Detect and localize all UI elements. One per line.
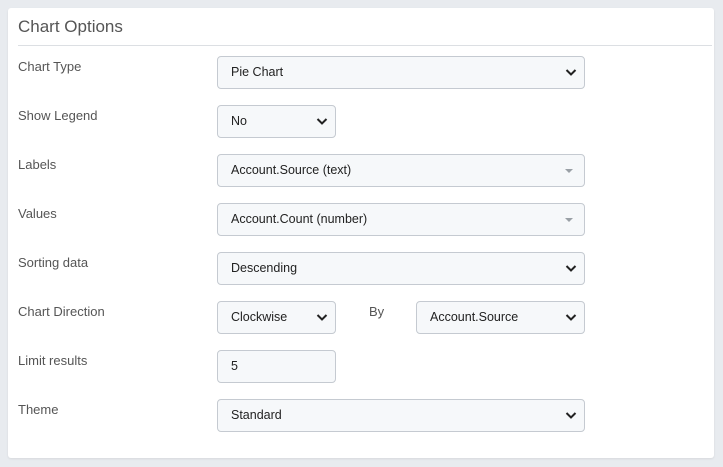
show-legend-value: No [231,114,247,128]
chart-type-select[interactable]: Pie Chart [217,56,585,89]
theme-label: Theme [18,402,59,417]
limit-results-input[interactable]: 5 [217,350,336,383]
chart-direction-value: Clockwise [231,310,288,324]
chevron-down-icon [316,118,328,125]
labels-combobox[interactable]: Account.Source (text) [217,154,585,187]
chart-type-value: Pie Chart [231,65,284,79]
values-value: Account.Count (number) [231,212,368,226]
caret-down-icon [565,218,573,222]
title-divider [18,45,712,46]
values-label: Values [18,206,57,221]
chevron-down-icon [565,69,577,76]
chart-direction-label: Chart Direction [18,304,105,319]
show-legend-label: Show Legend [18,108,98,123]
chevron-down-icon [316,314,328,321]
chart-options-panel: Chart Options Chart Type Pie Chart Show … [8,8,714,458]
chevron-down-icon [565,265,577,272]
limit-results-label: Limit results [18,353,88,368]
chart-type-label: Chart Type [18,59,82,74]
sorting-data-label: Sorting data [18,255,89,270]
direction-by-select[interactable]: Account.Source [416,301,585,334]
chevron-down-icon [565,314,577,321]
caret-down-icon [565,169,573,173]
chart-direction-select[interactable]: Clockwise [217,301,336,334]
theme-select[interactable]: Standard [217,399,585,432]
by-label: By [369,304,385,319]
panel-title: Chart Options [18,17,123,36]
limit-results-value: 5 [231,359,238,373]
chevron-down-icon [565,412,577,419]
theme-value: Standard [231,408,282,422]
sorting-data-select[interactable]: Descending [217,252,585,285]
labels-value: Account.Source (text) [231,163,352,177]
labels-label: Labels [18,157,57,172]
direction-by-value: Account.Source [430,310,519,324]
sorting-data-value: Descending [231,261,298,275]
show-legend-select[interactable]: No [217,105,336,138]
values-combobox[interactable]: Account.Count (number) [217,203,585,236]
